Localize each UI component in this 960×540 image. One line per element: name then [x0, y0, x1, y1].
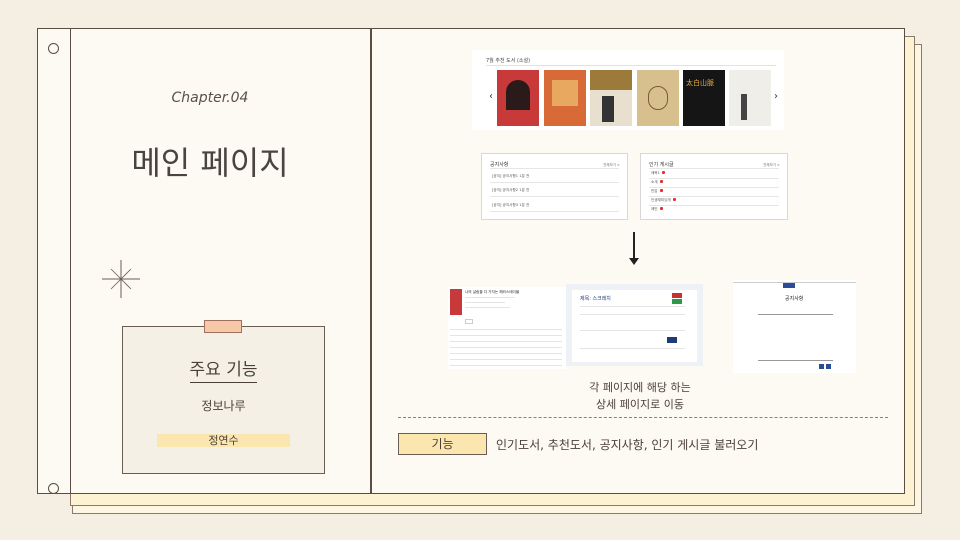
- feature-description: 인기도서, 추천도서, 공지사항, 인기 게시글 불러오기: [496, 438, 759, 452]
- notebook-binding: [37, 28, 71, 494]
- notice-row[interactable]: [공지] 공지사항1 1분 전: [492, 174, 529, 179]
- detail-table-row: [450, 353, 562, 354]
- book-cover[interactable]: [729, 70, 771, 126]
- chapter-label: Chapter.04: [171, 90, 249, 106]
- popular-row[interactable]: 소개: [651, 180, 663, 185]
- detail-table-row: [450, 365, 562, 366]
- book-cover-title: 太白山脈: [686, 79, 714, 87]
- binding-hole-bottom-icon: [48, 483, 59, 494]
- page-divider: [370, 28, 372, 494]
- carousel-next-icon[interactable]: ›: [774, 92, 778, 102]
- sparkle-icon: [102, 260, 140, 298]
- notice-row[interactable]: [공지] 공지사항3 1분 전: [492, 203, 529, 208]
- feature-card: 주요 기능 정보나루 정연수: [122, 326, 325, 474]
- book-cover[interactable]: [544, 70, 586, 126]
- popular-row-divider: [649, 178, 779, 179]
- detail-line: [465, 307, 510, 308]
- page-title: 메인 페이지: [131, 144, 289, 182]
- notice-row-divider: [490, 196, 619, 197]
- notice-detail-rule: [758, 360, 833, 361]
- notice-detail-edit-button[interactable]: [826, 364, 831, 369]
- tape-decoration: [204, 320, 242, 333]
- notice-detail-tab[interactable]: [783, 283, 795, 288]
- notice-detail-title: 공지사항: [785, 296, 804, 302]
- book-detail-screenshot: 나의 살림을 다 가지는 해리스테이블: [448, 287, 566, 369]
- detail-line: [465, 297, 515, 298]
- notice-detail-rule: [758, 314, 833, 315]
- popular-row[interactable]: 제민: [651, 207, 663, 212]
- notice-panel-title: 공지사항: [490, 162, 509, 168]
- popular-row[interactable]: 반갑: [651, 189, 663, 194]
- detail-table-rule: [450, 329, 562, 330]
- notice-row[interactable]: [공지] 공지사항2 1분 전: [492, 188, 529, 193]
- caption-line-1: 각 페이지에 해당 하는: [589, 381, 691, 394]
- popular-panel-rule: [649, 168, 779, 169]
- navigation-caption: 각 페이지에 해당 하는 상세 페이지로 이동: [560, 379, 720, 413]
- popular-row-divider: [649, 205, 779, 206]
- popular-panel-screenshot: 인기 게시글 전체보기 > 제목1 소개 반갑 인생재미있게 제민: [640, 153, 788, 220]
- post-rule: [580, 348, 685, 349]
- detail-line: [465, 302, 505, 303]
- notice-detail-list-button[interactable]: [819, 364, 824, 369]
- notice-panel-screenshot: 공지사항 전체보기 > [공지] 공지사항1 1분 전 [공지] 공지사항2 1…: [481, 153, 628, 220]
- dashed-divider: [398, 417, 888, 418]
- notice-detail-screenshot: 공지사항: [733, 280, 856, 373]
- detail-table-row: [450, 347, 562, 348]
- post-rule: [580, 306, 685, 307]
- binding-hole-top-icon: [48, 43, 59, 54]
- notice-row-divider: [490, 182, 619, 183]
- caption-line-2: 상세 페이지로 이동: [596, 398, 684, 411]
- notice-panel-rule: [490, 168, 619, 169]
- card-heading: 주요 기능: [123, 355, 324, 383]
- detail-book-title: 나의 살림을 다 가지는 해리스테이블: [465, 290, 520, 294]
- post-comment-submit-button[interactable]: [667, 337, 677, 343]
- detail-table-row: [450, 335, 562, 336]
- card-author: 정연수: [157, 434, 290, 447]
- detail-table-row: [450, 341, 562, 342]
- popular-row-divider: [649, 196, 779, 197]
- book-cover[interactable]: [590, 70, 632, 126]
- notice-row-divider: [490, 211, 619, 212]
- book-cover[interactable]: [497, 70, 539, 126]
- popular-row[interactable]: 제목1: [651, 171, 665, 176]
- post-card: 제목: 스크래치: [572, 290, 697, 362]
- popular-row[interactable]: 인생재미있게: [651, 198, 676, 203]
- carousel-prev-icon[interactable]: ‹: [489, 92, 493, 102]
- book-carousel-screenshot: 7월 추천 도서 (소설) ‹ › 太白山脈: [472, 50, 784, 130]
- carousel-title: 7월 추천 도서 (소설): [486, 58, 531, 64]
- down-arrow-head-icon: [629, 258, 639, 265]
- post-title: 제목: 스크래치: [580, 296, 611, 302]
- post-rule: [580, 330, 685, 331]
- popular-panel-title: 인기 게시글: [649, 162, 674, 168]
- post-edit-button[interactable]: [672, 299, 682, 304]
- detail-book-cover: [450, 289, 462, 315]
- carousel-rule: [486, 65, 776, 66]
- post-delete-button[interactable]: [672, 293, 682, 298]
- popular-row-divider: [649, 187, 779, 188]
- feature-label: 기능: [398, 433, 487, 455]
- detail-table-row: [450, 359, 562, 360]
- post-rule: [580, 314, 685, 315]
- book-cover[interactable]: [637, 70, 679, 126]
- detail-button[interactable]: [465, 319, 473, 324]
- down-arrow-icon: [633, 232, 635, 260]
- book-cover[interactable]: 太白山脈: [683, 70, 725, 126]
- post-detail-screenshot: 제목: 스크래치: [566, 284, 703, 366]
- card-subtitle: 정보나루: [201, 399, 246, 413]
